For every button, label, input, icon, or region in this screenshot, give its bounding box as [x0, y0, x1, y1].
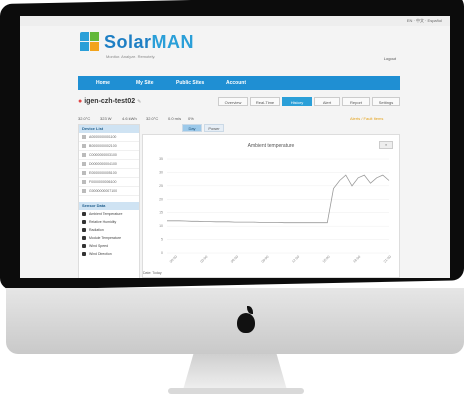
- device-item[interactable]: B0000000002100: [79, 142, 139, 151]
- y-tick-label: 10: [159, 224, 163, 228]
- stat-module-temp: 32.0°C: [146, 116, 159, 121]
- x-tick-label: 21:00: [383, 255, 392, 264]
- sensor-item[interactable]: Ambient Temperature: [79, 210, 139, 218]
- stats-bar: 32.0°C 323 W 4.6 kWh 32.0°C 0.0 m/s 0% A…: [78, 116, 400, 124]
- y-tick-label: 15: [159, 211, 163, 215]
- tab-overview[interactable]: Overview: [218, 97, 248, 106]
- chart-container: Ambient temperature ≡ 35 30 25 20 15 10 5 0 00:0…: [142, 134, 400, 278]
- radiation-icon: [82, 228, 86, 233]
- stat-power: 323 W: [100, 116, 112, 121]
- x-tick-label: 15:00: [322, 255, 331, 264]
- device-item[interactable]: G0000000007100: [79, 187, 139, 196]
- monitor-foot: [168, 388, 304, 394]
- device-icon: [82, 180, 86, 185]
- device-icon: [82, 171, 86, 176]
- wind-speed-icon: [82, 244, 86, 249]
- chart-date-label: Date: Today: [143, 271, 162, 275]
- main-nav: Home My Site Public Sites Account: [78, 76, 400, 90]
- solarman-logo-icon: [80, 32, 100, 54]
- monitor-stand: [183, 354, 287, 390]
- x-tick-label: 03:00: [199, 255, 208, 264]
- device-item[interactable]: F0000000006100: [79, 178, 139, 187]
- main-panel: Day Power Ambient temperature ≡ 35 30 25 20…: [142, 124, 400, 278]
- station-tabs: Overview Real-Time History Alert Report …: [218, 97, 400, 107]
- x-tick-label: 00:00: [169, 255, 178, 264]
- logout-link[interactable]: Logout: [384, 56, 396, 61]
- edit-icon[interactable]: ✎: [137, 99, 141, 105]
- status-dot-icon: ●: [78, 98, 83, 105]
- subtab-day[interactable]: Day: [182, 124, 202, 132]
- subtab-power[interactable]: Power: [204, 124, 224, 132]
- y-tick-label: 20: [159, 197, 163, 201]
- x-tick-label: 06:00: [230, 255, 239, 264]
- nav-home[interactable]: Home: [96, 80, 110, 86]
- sensor-item[interactable]: Wind Direction: [79, 250, 139, 258]
- stat-wind-speed: 0.0 m/s: [168, 116, 182, 121]
- y-tick-label: 0: [161, 251, 163, 255]
- device-icon: [82, 135, 86, 140]
- module-temp-icon: [82, 236, 86, 241]
- device-list-title: Device List: [79, 125, 139, 133]
- device-item[interactable]: D0000000004100: [79, 160, 139, 169]
- station-title: ● igen-czh-test02 ✎: [78, 98, 141, 105]
- brand-tagline: Monitor. Analyze. Remotely.: [106, 54, 156, 59]
- x-tick-label: 18:00: [352, 255, 361, 264]
- stat-humidity: 0%: [188, 116, 194, 121]
- stat-energy: 4.6 kWh: [122, 116, 137, 121]
- language-links[interactable]: EN · 中文 · Español: [407, 18, 442, 24]
- station-name: igen-czh-test02: [84, 98, 136, 105]
- apple-logo-icon: [234, 306, 258, 334]
- device-item[interactable]: E0000000005100: [79, 169, 139, 178]
- tab-settings[interactable]: Settings: [372, 97, 400, 106]
- y-tick-label: 25: [159, 184, 163, 188]
- alerts-link[interactable]: Alerts / Fault Items: [350, 116, 383, 121]
- temperature-chart: 35 30 25 20 15 10 5 0 00:00 03:00 06:00 09:00 12:00 1…: [159, 157, 392, 264]
- top-bar: EN · 中文 · Español: [20, 16, 450, 26]
- series-line: [167, 174, 390, 224]
- device-icon: [82, 189, 86, 194]
- tab-history[interactable]: History: [282, 97, 312, 106]
- sidebar: Device List A0000000001100 B000000000210…: [78, 124, 140, 278]
- nav-account[interactable]: Account: [226, 80, 246, 86]
- device-item[interactable]: A0000000001100: [79, 133, 139, 142]
- sensor-item[interactable]: Module Temperature: [79, 234, 139, 242]
- tab-alert[interactable]: Alert: [314, 97, 340, 106]
- device-icon: [82, 153, 86, 158]
- tab-report[interactable]: Report: [342, 97, 370, 106]
- brand-name: SolarMAN: [104, 32, 195, 52]
- wind-direction-icon: [82, 252, 86, 257]
- screen: EN · 中文 · Español SolarMAN Monitor. Anal…: [20, 16, 450, 278]
- humidity-icon: [82, 220, 86, 225]
- x-tick-label: 12:00: [291, 255, 300, 264]
- sensor-item[interactable]: Wind Speed: [79, 242, 139, 250]
- sensor-data-title: Sensor Data: [79, 202, 139, 210]
- tab-real-time[interactable]: Real-Time: [250, 97, 280, 106]
- sensor-item[interactable]: Radiation: [79, 226, 139, 234]
- device-icon: [82, 162, 86, 167]
- stat-temperature: 32.0°C: [78, 116, 91, 121]
- y-tick-label: 30: [159, 170, 163, 174]
- y-tick-label: 5: [161, 238, 163, 242]
- x-tick-label: 09:00: [261, 255, 270, 264]
- nav-my-site[interactable]: My Site: [136, 80, 154, 86]
- nav-public-sites[interactable]: Public Sites: [176, 80, 204, 86]
- device-item[interactable]: C0000000003100: [79, 151, 139, 160]
- sensor-item[interactable]: Relative Humidity: [79, 218, 139, 226]
- thermometer-icon: [82, 212, 86, 217]
- y-tick-label: 35: [159, 157, 163, 161]
- device-icon: [82, 144, 86, 149]
